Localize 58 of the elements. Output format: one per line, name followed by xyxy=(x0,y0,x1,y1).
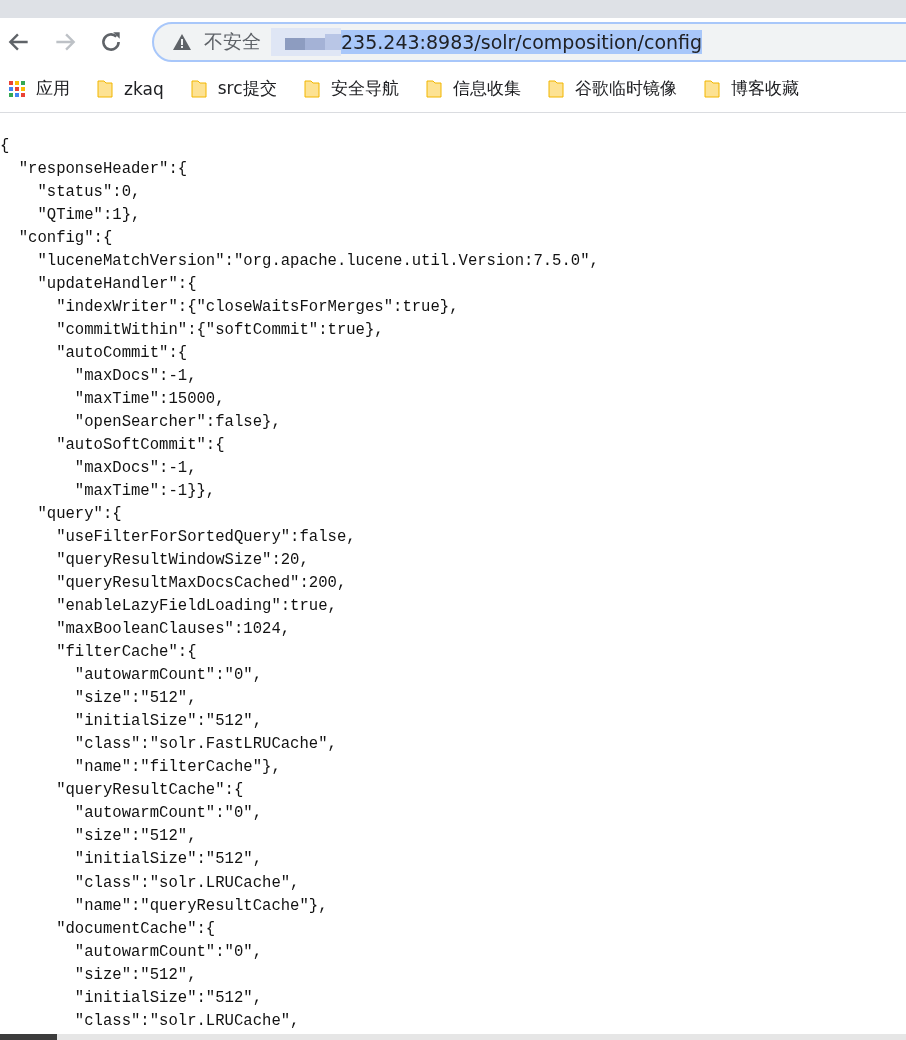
code-line: "queryResultWindowSize":20, xyxy=(55,550,310,572)
code-line: "autoCommit":{ xyxy=(55,343,189,365)
code-line: { xyxy=(0,136,11,157)
code-line: "indexWriter":{"closeWaitsForMerges":true}, xyxy=(55,297,460,319)
code-line: "autowarmCount":"0", xyxy=(73,665,264,687)
code-line: "filterCache":{ xyxy=(55,642,198,664)
code-line: "class":"solr.LRUCache", xyxy=(73,872,301,894)
code-line: "luceneMatchVersion":"org.apache.lucene.util.Version:7.5.0", xyxy=(36,251,600,273)
code-line: "maxDocs":-1, xyxy=(73,458,198,480)
code-line: "initialSize":"512", xyxy=(73,849,264,871)
code-line: "size":"512", xyxy=(73,826,198,848)
folder-icon xyxy=(702,78,721,99)
bookmark-label[interactable]: 谷歌临时镜像 xyxy=(574,77,677,100)
bookmark-label[interactable]: 博客收藏 xyxy=(730,77,799,100)
code-line: "maxBooleanClauses":1024, xyxy=(55,619,292,641)
code-line: "queryResultMaxDocsCached":200, xyxy=(55,573,348,595)
code-line: "size":"512", xyxy=(73,964,198,986)
bookmark-label[interactable]: zkaq xyxy=(124,78,164,99)
code-line: "maxDocs":-1, xyxy=(73,366,198,388)
code-line: "name":"queryResultCache"}, xyxy=(73,895,329,917)
code-line: "config":{ xyxy=(17,228,114,250)
folder-icon xyxy=(96,78,114,99)
bookmark-label[interactable]: 信息收集 xyxy=(452,77,521,100)
code-line: "initialSize":"512", xyxy=(73,711,264,733)
code-line: "QTime":1}, xyxy=(36,205,142,227)
apps-grid-icon xyxy=(8,78,26,99)
code-line: "status":0, xyxy=(36,182,142,204)
bookmark-label[interactable]: 应用 xyxy=(36,77,70,100)
folder-icon xyxy=(546,78,565,99)
code-line: "maxTime":15000, xyxy=(73,389,226,411)
code-line: "responseHeader":{ xyxy=(17,159,189,180)
code-line: "query":{ xyxy=(36,504,123,526)
code-line: "queryResultCache":{ xyxy=(55,780,245,802)
code-line: "enableLazyFieldLoading":true, xyxy=(55,596,338,618)
code-line: "openSearcher":false}, xyxy=(73,412,282,434)
url-text: 235.243:8983/solr/composition/config xyxy=(341,29,703,54)
code-line: "class":"solr.LRUCache", xyxy=(73,1010,301,1032)
folder-icon xyxy=(189,78,208,99)
code-line: "initialSize":"512", xyxy=(73,987,264,1009)
blurred-patch xyxy=(271,27,341,56)
code-line: "class":"solr.FastLRUCache", xyxy=(73,734,338,756)
code-line: "autowarmCount":"0", xyxy=(73,941,264,963)
scrollbar-drawing[interactable] xyxy=(0,1034,906,1040)
folder-icon xyxy=(424,78,443,99)
code-line: "commitWithin":{"softCommit":true}, xyxy=(55,320,385,342)
code-line: "maxTime":-1}}, xyxy=(73,481,217,503)
folder-icon xyxy=(302,78,321,99)
code-line: "useFilterForSortedQuery":false, xyxy=(55,527,357,549)
code-line: "autowarmCount":"0", xyxy=(73,803,264,825)
code-line: "updateHandler":{ xyxy=(36,274,198,296)
bookmark-label[interactable]: 安全导航 xyxy=(330,77,399,100)
code-line: "name":"filterCache"}, xyxy=(73,757,282,779)
address-bar[interactable]: 不安全 235.243:8983/solr/composition/config xyxy=(152,21,906,62)
code-line: "autoSoftCommit":{ xyxy=(55,435,226,457)
security-label: 不安全 xyxy=(204,28,261,54)
code-line: "size":"512", xyxy=(73,688,198,710)
bookmark-label[interactable]: src提交 xyxy=(217,77,277,100)
code-line: "documentCache":{ xyxy=(55,918,217,940)
